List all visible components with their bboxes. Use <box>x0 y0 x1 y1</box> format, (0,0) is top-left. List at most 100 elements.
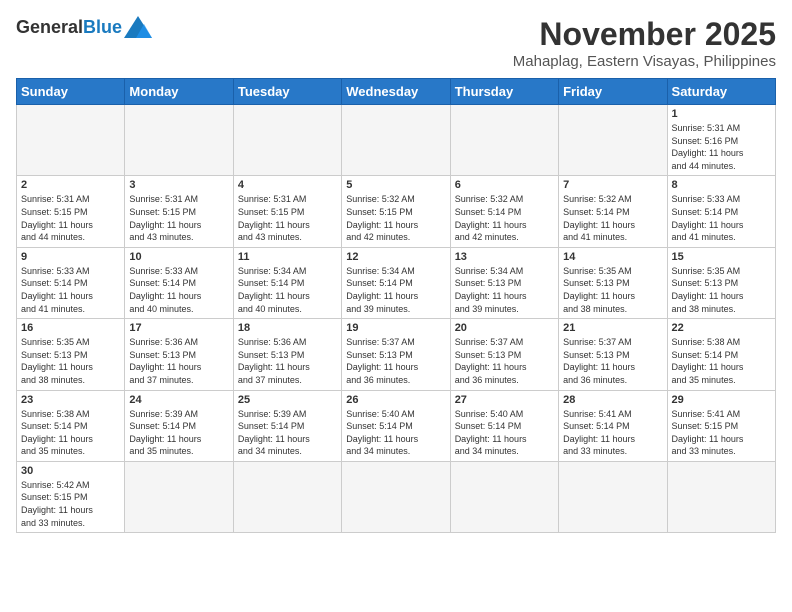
day-number: 1 <box>672 108 771 120</box>
day-info: Sunrise: 5:33 AM Sunset: 5:14 PM Dayligh… <box>129 265 228 315</box>
day-info: Sunrise: 5:38 AM Sunset: 5:14 PM Dayligh… <box>672 336 771 386</box>
calendar-cell: 20 Sunrise: 5:37 AM Sunset: 5:13 PM Dayli… <box>450 319 558 390</box>
calendar-cell: 3Sunrise: 5:31 AM Sunset: 5:15 PM Daylig… <box>125 176 233 247</box>
day-info: Sunrise: 5:37 AM Sunset: 5:13 PM Dayligh… <box>455 336 554 386</box>
calendar-cell <box>17 105 125 176</box>
day-number: 18 <box>238 322 337 334</box>
calendar-cell <box>450 461 558 532</box>
day-info: Sunrise: 5:32 AM Sunset: 5:14 PM Dayligh… <box>455 193 554 243</box>
day-number: 28 <box>563 394 662 406</box>
day-number: 8 <box>672 179 771 191</box>
day-number: 5 <box>346 179 445 191</box>
day-info: Sunrise: 5:33 AM Sunset: 5:14 PM Dayligh… <box>21 265 120 315</box>
calendar-cell: 15 Sunrise: 5:35 AM Sunset: 5:13 PM Dayli… <box>667 247 775 318</box>
day-info: Sunrise: 5:35 AM Sunset: 5:13 PM Dayligh… <box>21 336 120 386</box>
weekday-header-row: SundayMondayTuesdayWednesdayThursdayFrid… <box>17 79 776 105</box>
week-row-2: 9 Sunrise: 5:33 AM Sunset: 5:14 PM Daylig… <box>17 247 776 318</box>
day-info: Sunrise: 5:37 AM Sunset: 5:13 PM Dayligh… <box>563 336 662 386</box>
day-number: 22 <box>672 322 771 334</box>
week-row-3: 16 Sunrise: 5:35 AM Sunset: 5:13 PM Dayli… <box>17 319 776 390</box>
day-info: Sunrise: 5:42 AM Sunset: 5:15 PM Dayligh… <box>21 479 120 529</box>
day-number: 4 <box>238 179 337 191</box>
day-number: 17 <box>129 322 228 334</box>
week-row-5: 30 Sunrise: 5:42 AM Sunset: 5:15 PM Dayli… <box>17 461 776 532</box>
day-info: Sunrise: 5:31 AM Sunset: 5:15 PM Dayligh… <box>238 193 337 243</box>
day-number: 6 <box>455 179 554 191</box>
day-info: Sunrise: 5:32 AM Sunset: 5:14 PM Dayligh… <box>563 193 662 243</box>
weekday-header-tuesday: Tuesday <box>233 79 341 105</box>
day-number: 25 <box>238 394 337 406</box>
day-number: 20 <box>455 322 554 334</box>
week-row-0: 1Sunrise: 5:31 AM Sunset: 5:16 PM Daylig… <box>17 105 776 176</box>
calendar-cell <box>667 461 775 532</box>
calendar-cell: 1Sunrise: 5:31 AM Sunset: 5:16 PM Daylig… <box>667 105 775 176</box>
week-row-1: 2 Sunrise: 5:31 AM Sunset: 5:15 PM Daylig… <box>17 176 776 247</box>
calendar-cell: 17 Sunrise: 5:36 AM Sunset: 5:13 PM Dayli… <box>125 319 233 390</box>
day-number: 27 <box>455 394 554 406</box>
day-info: Sunrise: 5:39 AM Sunset: 5:14 PM Dayligh… <box>129 408 228 458</box>
month-title: November 2025 <box>513 16 776 53</box>
day-number: 10 <box>129 251 228 263</box>
day-number: 14 <box>563 251 662 263</box>
calendar-cell: 10 Sunrise: 5:33 AM Sunset: 5:14 PM Dayli… <box>125 247 233 318</box>
location-title: Mahaplag, Eastern Visayas, Philippines <box>513 53 776 70</box>
day-number: 2 <box>21 179 120 191</box>
day-info: Sunrise: 5:35 AM Sunset: 5:13 PM Dayligh… <box>563 265 662 315</box>
day-info: Sunrise: 5:34 AM Sunset: 5:14 PM Dayligh… <box>238 265 337 315</box>
weekday-header-sunday: Sunday <box>17 79 125 105</box>
day-number: 11 <box>238 251 337 263</box>
calendar-cell: 23 Sunrise: 5:38 AM Sunset: 5:14 PM Dayli… <box>17 390 125 461</box>
day-number: 15 <box>672 251 771 263</box>
calendar-cell <box>125 105 233 176</box>
header: General Blue November 2025 Mahaplag, Eas… <box>16 16 776 70</box>
calendar-cell: 22 Sunrise: 5:38 AM Sunset: 5:14 PM Dayli… <box>667 319 775 390</box>
calendar-cell: 8 Sunrise: 5:33 AM Sunset: 5:14 PM Daylig… <box>667 176 775 247</box>
week-row-4: 23 Sunrise: 5:38 AM Sunset: 5:14 PM Dayli… <box>17 390 776 461</box>
calendar-cell: 14 Sunrise: 5:35 AM Sunset: 5:13 PM Dayli… <box>559 247 667 318</box>
calendar-cell: 4 Sunrise: 5:31 AM Sunset: 5:15 PM Daylig… <box>233 176 341 247</box>
day-number: 30 <box>21 465 120 477</box>
calendar-cell: 28 Sunrise: 5:41 AM Sunset: 5:14 PM Dayli… <box>559 390 667 461</box>
day-info: Sunrise: 5:40 AM Sunset: 5:14 PM Dayligh… <box>455 408 554 458</box>
calendar-cell: 27 Sunrise: 5:40 AM Sunset: 5:14 PM Dayli… <box>450 390 558 461</box>
day-number: 29 <box>672 394 771 406</box>
day-number: 16 <box>21 322 120 334</box>
calendar-cell <box>233 105 341 176</box>
day-info: Sunrise: 5:41 AM Sunset: 5:14 PM Dayligh… <box>563 408 662 458</box>
calendar-cell: 2Sunrise: 5:31 AM Sunset: 5:15 PM Daylig… <box>17 176 125 247</box>
day-number: 21 <box>563 322 662 334</box>
day-info: Sunrise: 5:33 AM Sunset: 5:14 PM Dayligh… <box>672 193 771 243</box>
calendar-cell <box>559 461 667 532</box>
weekday-header-monday: Monday <box>125 79 233 105</box>
day-info: Sunrise: 5:37 AM Sunset: 5:13 PM Dayligh… <box>346 336 445 386</box>
day-info: Sunrise: 5:36 AM Sunset: 5:13 PM Dayligh… <box>129 336 228 386</box>
calendar-cell: 7 Sunrise: 5:32 AM Sunset: 5:14 PM Daylig… <box>559 176 667 247</box>
calendar-cell: 26 Sunrise: 5:40 AM Sunset: 5:14 PM Dayli… <box>342 390 450 461</box>
calendar-cell <box>342 105 450 176</box>
day-number: 26 <box>346 394 445 406</box>
calendar-cell <box>450 105 558 176</box>
calendar-cell: 13Sunrise: 5:34 AM Sunset: 5:13 PM Dayli… <box>450 247 558 318</box>
day-info: Sunrise: 5:34 AM Sunset: 5:13 PM Dayligh… <box>455 265 554 315</box>
weekday-header-thursday: Thursday <box>450 79 558 105</box>
calendar-table: SundayMondayTuesdayWednesdayThursdayFrid… <box>16 78 776 533</box>
day-number: 9 <box>21 251 120 263</box>
logo-icon <box>124 16 152 38</box>
day-number: 23 <box>21 394 120 406</box>
weekday-header-friday: Friday <box>559 79 667 105</box>
calendar-cell: 30 Sunrise: 5:42 AM Sunset: 5:15 PM Dayli… <box>17 461 125 532</box>
title-area: November 2025 Mahaplag, Eastern Visayas,… <box>513 16 776 70</box>
calendar-cell: 12Sunrise: 5:34 AM Sunset: 5:14 PM Dayli… <box>342 247 450 318</box>
day-info: Sunrise: 5:39 AM Sunset: 5:14 PM Dayligh… <box>238 408 337 458</box>
day-number: 24 <box>129 394 228 406</box>
calendar-cell: 6 Sunrise: 5:32 AM Sunset: 5:14 PM Daylig… <box>450 176 558 247</box>
day-info: Sunrise: 5:35 AM Sunset: 5:13 PM Dayligh… <box>672 265 771 315</box>
day-info: Sunrise: 5:40 AM Sunset: 5:14 PM Dayligh… <box>346 408 445 458</box>
day-info: Sunrise: 5:41 AM Sunset: 5:15 PM Dayligh… <box>672 408 771 458</box>
day-number: 7 <box>563 179 662 191</box>
calendar-cell: 18 Sunrise: 5:36 AM Sunset: 5:13 PM Dayli… <box>233 319 341 390</box>
day-info: Sunrise: 5:36 AM Sunset: 5:13 PM Dayligh… <box>238 336 337 386</box>
weekday-header-wednesday: Wednesday <box>342 79 450 105</box>
day-info: Sunrise: 5:38 AM Sunset: 5:14 PM Dayligh… <box>21 408 120 458</box>
day-number: 12 <box>346 251 445 263</box>
